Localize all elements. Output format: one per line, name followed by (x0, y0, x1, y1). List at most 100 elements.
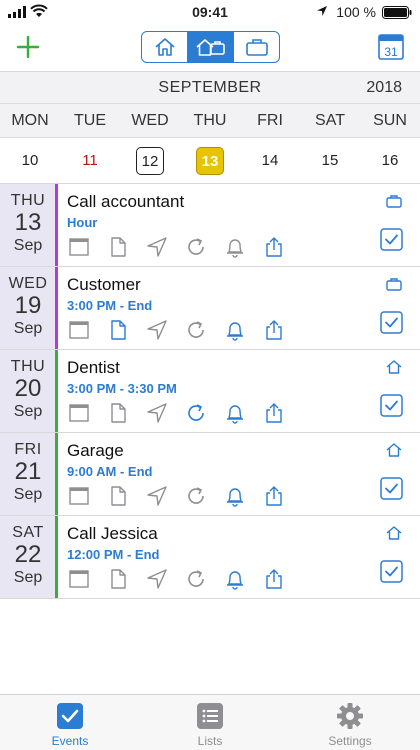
bell-icon[interactable] (224, 402, 246, 424)
week-date-row: 10 11 12 13 14 15 16 (0, 138, 420, 184)
event-list: THU 13 Sep Call accountant Hour WED 19 Sep Custo… (0, 184, 420, 599)
category-color-bar (55, 267, 58, 349)
navigation-icon[interactable] (146, 236, 168, 258)
note-icon[interactable] (68, 236, 90, 258)
repeat-icon[interactable] (185, 402, 207, 424)
event-month: Sep (13, 320, 43, 337)
repeat-icon[interactable] (185, 319, 207, 341)
year-label: 2018 (366, 79, 402, 96)
weekday-header-row: MON TUE WED THU FRI SAT SUN (0, 104, 420, 138)
event-actions (68, 568, 302, 592)
tab-label: Events (51, 734, 89, 748)
document-icon[interactable] (107, 402, 129, 424)
bell-icon[interactable] (224, 568, 246, 590)
briefcase-icon (386, 277, 402, 291)
calendar-today-button[interactable]: 31 (378, 32, 404, 60)
date-number: 14 (261, 151, 279, 169)
note-icon[interactable] (68, 485, 90, 507)
date-number: 16 (381, 151, 399, 169)
note-icon[interactable] (68, 319, 90, 341)
event-row[interactable]: FRI 21 Sep Garage 9:00 AM - End (0, 433, 420, 516)
tab-label: Lists (197, 734, 223, 748)
weekday-label: SAT (315, 112, 345, 129)
note-icon[interactable] (68, 568, 90, 590)
event-weekday: THU (10, 192, 46, 209)
event-title: Dentist (67, 358, 120, 377)
gear-icon (337, 703, 363, 729)
note-icon[interactable] (68, 402, 90, 424)
event-row[interactable]: THU 20 Sep Dentist 3:00 PM - 3:30 PM (0, 350, 420, 433)
document-icon[interactable] (107, 236, 129, 258)
category-color-bar (55, 350, 58, 432)
event-month: Sep (13, 569, 43, 586)
home-and-work-icon (195, 39, 225, 56)
event-row[interactable]: SAT 22 Sep Call Jessica 12:00 PM - End (0, 516, 420, 599)
segment-work[interactable] (234, 32, 279, 62)
bell-icon[interactable] (224, 485, 246, 507)
date-cell[interactable]: 11 (60, 138, 120, 183)
date-cell[interactable]: 15 (300, 138, 360, 183)
event-row[interactable]: THU 13 Sep Call accountant Hour (0, 184, 420, 267)
repeat-icon[interactable] (185, 568, 207, 590)
top-toolbar: 31 (0, 24, 420, 72)
segment-home[interactable] (142, 32, 188, 62)
complete-checkbox[interactable] (380, 394, 403, 417)
briefcase-icon (245, 39, 268, 56)
repeat-icon[interactable] (185, 485, 207, 507)
date-cell[interactable]: 14 (240, 138, 300, 183)
document-icon[interactable] (107, 319, 129, 341)
home-icon (154, 38, 175, 56)
event-title: Customer (67, 275, 141, 294)
event-day: 19 (14, 292, 42, 319)
list-icon (197, 703, 223, 729)
event-time: Hour (67, 215, 98, 230)
date-cell[interactable]: 10 (0, 138, 60, 183)
tab-events[interactable]: Events (0, 695, 140, 750)
complete-checkbox[interactable] (380, 311, 403, 334)
event-actions (68, 485, 302, 509)
date-cell[interactable]: 16 (360, 138, 420, 183)
document-icon[interactable] (107, 485, 129, 507)
navigation-icon[interactable] (146, 319, 168, 341)
share-icon[interactable] (263, 236, 285, 258)
event-row[interactable]: WED 19 Sep Customer 3:00 PM - End (0, 267, 420, 350)
event-day: 13 (14, 209, 42, 236)
tab-label: Settings (328, 734, 372, 748)
segment-all[interactable] (188, 32, 234, 62)
date-cell-today[interactable]: 12 (120, 138, 180, 183)
event-actions (68, 319, 302, 343)
weekday-label: WED (131, 112, 169, 129)
events-check-icon (57, 703, 83, 729)
tab-settings[interactable]: Settings (280, 695, 420, 750)
calendar-icon-day: 31 (384, 45, 398, 59)
weekday-label: MON (11, 112, 49, 129)
tab-lists[interactable]: Lists (140, 695, 280, 750)
date-cell-selected[interactable]: 13 (180, 138, 240, 183)
event-day: 20 (14, 375, 42, 402)
battery-icon (382, 6, 412, 19)
month-label[interactable]: SEPTEMBER (0, 79, 420, 97)
date-number: 10 (21, 151, 39, 169)
event-month: Sep (13, 237, 43, 254)
status-bar: 09:41 100 % (0, 0, 420, 24)
event-weekday: THU (10, 358, 46, 375)
bell-icon[interactable] (224, 319, 246, 341)
document-icon[interactable] (107, 568, 129, 590)
complete-checkbox[interactable] (380, 560, 403, 583)
weekday-label: FRI (257, 112, 283, 129)
complete-checkbox[interactable] (380, 228, 403, 251)
complete-checkbox[interactable] (380, 477, 403, 500)
navigation-icon[interactable] (146, 402, 168, 424)
event-month: Sep (13, 486, 43, 503)
navigation-icon[interactable] (146, 568, 168, 590)
repeat-icon[interactable] (185, 236, 207, 258)
bell-icon[interactable] (224, 236, 246, 258)
home-icon (386, 443, 402, 457)
add-event-button[interactable] (16, 35, 40, 59)
share-icon[interactable] (263, 568, 285, 590)
share-icon[interactable] (263, 402, 285, 424)
share-icon[interactable] (263, 319, 285, 341)
event-time: 3:00 PM - End (67, 298, 153, 313)
share-icon[interactable] (263, 485, 285, 507)
navigation-icon[interactable] (146, 485, 168, 507)
